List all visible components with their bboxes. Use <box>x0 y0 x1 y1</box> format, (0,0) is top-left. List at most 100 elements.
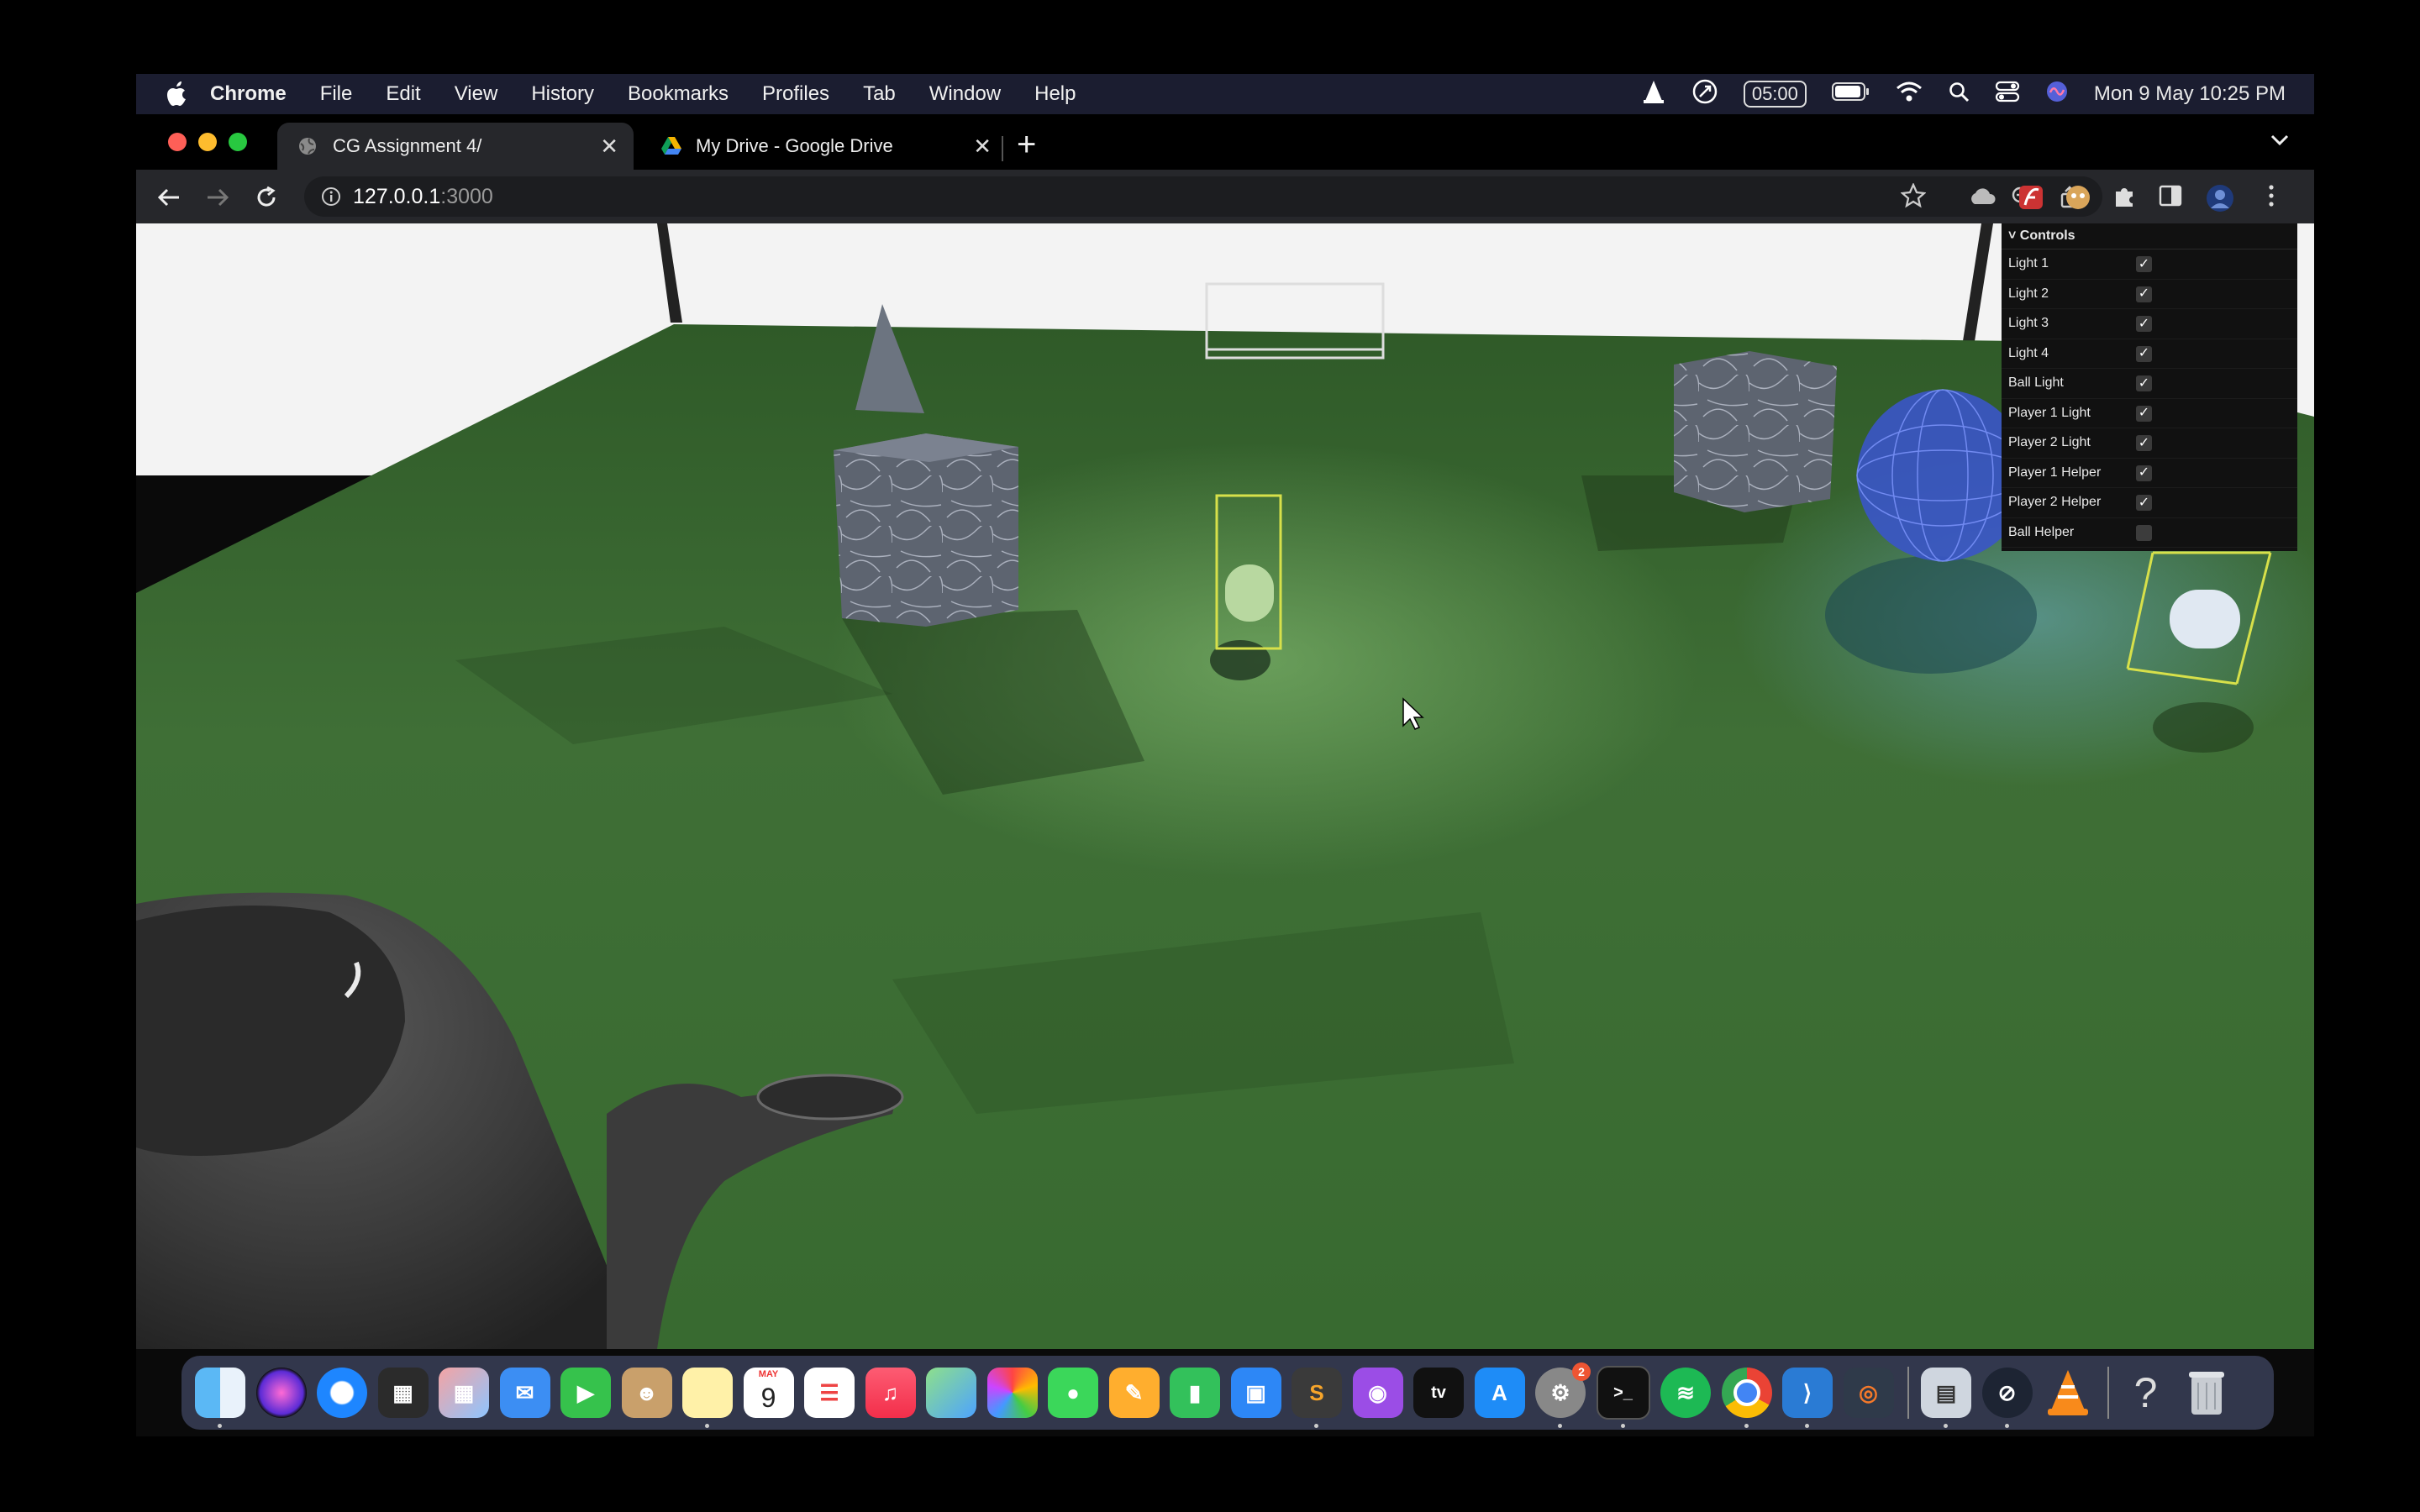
blender-icon[interactable]: ◎ <box>1843 1368 1894 1418</box>
screen-share-app-icon[interactable]: ⊘ <box>1981 1368 2033 1428</box>
reminders-icon[interactable]: ☰ <box>804 1368 855 1418</box>
url-text[interactable]: 127.0.0.1:3000 <box>353 185 493 209</box>
calendar-icon[interactable]: MAY 9 <box>743 1368 794 1418</box>
minimize-window-button[interactable] <box>198 133 217 151</box>
checkbox-ball-light[interactable]: ✓ <box>2136 375 2152 391</box>
checkbox-ball-helper[interactable] <box>2136 524 2152 541</box>
menu-profiles[interactable]: Profiles <box>762 82 829 106</box>
vlc-status-icon[interactable] <box>1641 79 1666 110</box>
checkbox-player-1-helper[interactable]: ✓ <box>2136 465 2152 481</box>
checkbox-light-2[interactable]: ✓ <box>2136 286 2152 302</box>
maps-icon[interactable] <box>926 1368 976 1418</box>
control-row-player-1-helper[interactable]: Player 1 Helper ✓ <box>2002 459 2297 488</box>
side-panel-icon[interactable] <box>2158 183 2186 212</box>
menu-history[interactable]: History <box>531 82 594 106</box>
clock-datetime[interactable]: Mon 9 May 10:25 PM <box>2094 82 2286 106</box>
podcasts-icon[interactable]: ◉ <box>1352 1368 1403 1418</box>
contacts-icon[interactable]: ☻ <box>621 1368 672 1418</box>
apple-icon[interactable] <box>163 80 192 108</box>
close-window-button[interactable] <box>168 133 187 151</box>
control-row-light-4[interactable]: Light 4 ✓ <box>2002 339 2297 369</box>
control-row-player-2-helper[interactable]: Player 2 Helper ✓ <box>2002 488 2297 518</box>
photos-icon[interactable] <box>986 1368 1038 1418</box>
system-preferences-icon[interactable]: ⚙ 2 <box>1535 1362 1591 1428</box>
menu-tab[interactable]: Tab <box>863 82 896 106</box>
facetime-icon[interactable]: ▶ <box>560 1368 611 1418</box>
trash-icon[interactable] <box>2181 1368 2232 1418</box>
finder-icon[interactable] <box>195 1368 245 1428</box>
music-icon[interactable]: ♫ <box>865 1368 916 1418</box>
menu-window[interactable]: Window <box>929 82 1001 106</box>
bookmark-star-icon[interactable] <box>1900 182 1929 212</box>
extension-red-icon[interactable] <box>2017 183 2045 212</box>
notes-icon[interactable] <box>682 1368 733 1428</box>
apple-tv-icon[interactable]: tv <box>1413 1368 1464 1418</box>
close-tab-icon[interactable]: ✕ <box>973 134 992 160</box>
menu-help[interactable]: Help <box>1034 82 1076 106</box>
checkbox-player-2-helper[interactable]: ✓ <box>2136 495 2152 511</box>
tab-cg-assignment[interactable]: CG Assignment 4/ ✕ <box>277 123 634 170</box>
siri-app-icon[interactable] <box>255 1368 307 1418</box>
launchpad-icon[interactable]: ▦ <box>439 1368 489 1418</box>
profile-avatar[interactable] <box>2205 183 2233 212</box>
reload-icon[interactable] <box>252 183 281 212</box>
control-center-icon[interactable] <box>1995 80 2020 109</box>
battery-icon[interactable] <box>1831 81 1870 108</box>
menu-edit[interactable]: Edit <box>386 82 420 106</box>
control-label: Light 1 <box>2008 256 2049 271</box>
app-store-icon[interactable]: A <box>1474 1368 1525 1418</box>
pages-icon[interactable]: ✎ <box>1108 1368 1160 1418</box>
webgl-canvas[interactable]: ˅ Controls Light 1 ✓ Light 2 ✓ Light 3 ✓… <box>136 223 2314 1349</box>
vlc-icon[interactable] <box>2043 1368 2093 1418</box>
checkbox-light-3[interactable]: ✓ <box>2136 316 2152 332</box>
control-row-player-1-light[interactable]: Player 1 Light ✓ <box>2002 399 2297 428</box>
chrome-icon[interactable] <box>1721 1368 1772 1428</box>
safari-icon[interactable] <box>317 1368 367 1418</box>
menu-file[interactable]: File <box>320 82 353 106</box>
messages-icon[interactable]: ● <box>1048 1368 1098 1418</box>
tab-search-chevron-icon[interactable] <box>2270 134 2289 150</box>
terminal-icon[interactable]: >_ <box>1596 1366 1650 1428</box>
checkbox-light-1[interactable]: ✓ <box>2136 256 2152 272</box>
extensions-puzzle-icon[interactable] <box>2111 183 2139 212</box>
tab-google-drive[interactable]: My Drive - Google Drive ✕ <box>640 123 1007 170</box>
spotify-icon[interactable]: ≋ <box>1660 1368 1711 1418</box>
control-row-light-1[interactable]: Light 1 ✓ <box>2002 249 2297 280</box>
sublime-text-icon[interactable]: S <box>1292 1368 1342 1428</box>
wifi-icon[interactable] <box>1896 81 1923 108</box>
control-row-ball-light[interactable]: Ball Light ✓ <box>2002 369 2297 399</box>
menu-view[interactable]: View <box>455 82 498 106</box>
address-bar[interactable]: 127.0.0.1:3000 <box>304 176 2102 217</box>
forward-arrow-icon[interactable] <box>203 183 232 212</box>
menu-app-chrome[interactable]: Chrome <box>210 82 287 106</box>
control-row-ball-helper[interactable]: Ball Helper <box>2002 518 2297 548</box>
control-row-player-2-light[interactable]: Player 2 Light ✓ <box>2002 428 2297 459</box>
control-row-light-2[interactable]: Light 2 ✓ <box>2002 280 2297 309</box>
siri-icon[interactable] <box>2045 80 2069 109</box>
vscode-icon[interactable]: ⟩ <box>1782 1368 1833 1428</box>
control-row-light-3[interactable]: Light 3 ✓ <box>2002 309 2297 339</box>
menu-bookmarks[interactable]: Bookmarks <box>628 82 729 106</box>
keynote-icon[interactable]: ▣ <box>1230 1368 1281 1418</box>
checkbox-player-1-light[interactable]: ✓ <box>2136 405 2152 422</box>
mission-control-icon[interactable]: ▦ <box>377 1368 429 1418</box>
numbers-icon[interactable]: ▮ <box>1170 1368 1220 1418</box>
controls-title[interactable]: ˅ Controls <box>2002 223 2297 249</box>
checkbox-player-2-light[interactable]: ✓ <box>2136 435 2152 451</box>
control-label: Light 4 <box>2008 345 2049 360</box>
mail-icon[interactable]: ✉ <box>499 1368 550 1418</box>
timer-badge[interactable]: 05:00 <box>1743 81 1807 108</box>
back-arrow-icon[interactable] <box>155 183 183 212</box>
extension-face-icon[interactable] <box>2064 183 2092 212</box>
checkbox-light-4[interactable]: ✓ <box>2136 345 2152 362</box>
screen-share-icon[interactable] <box>1691 78 1718 111</box>
site-info-icon[interactable] <box>321 186 341 211</box>
chrome-menu-icon[interactable] <box>2267 183 2296 212</box>
help-icon[interactable]: ? <box>2121 1368 2171 1418</box>
spotlight-search-icon[interactable] <box>1948 81 1970 108</box>
file-manager-icon[interactable]: ▤ <box>1921 1368 1971 1428</box>
zoom-window-button[interactable] <box>229 133 247 151</box>
new-tab-button[interactable]: + <box>1017 128 1036 161</box>
extension-cloud-icon[interactable] <box>1968 183 1996 212</box>
close-tab-icon[interactable]: ✕ <box>600 134 618 160</box>
